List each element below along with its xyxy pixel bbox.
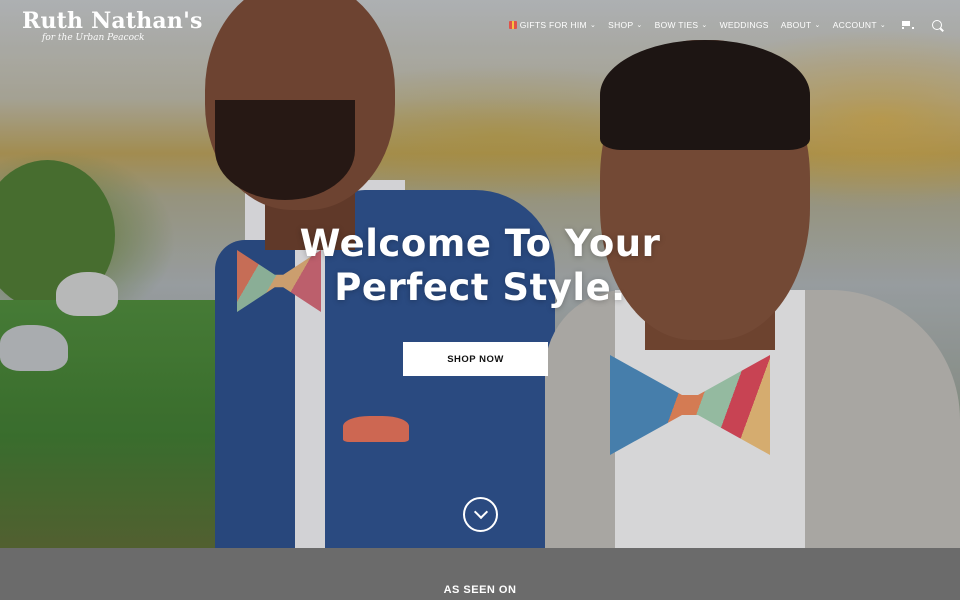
as-seen-on-heading: AS SEEN ON — [443, 584, 517, 596]
gift-icon — [508, 21, 517, 29]
nav-item-label: BOW TIES — [654, 20, 699, 30]
nav-item-gifts-for-him[interactable]: GIFTS FOR HIM ⌄ — [508, 20, 597, 30]
chevron-down-icon: ⌄ — [701, 22, 708, 29]
chevron-down-icon — [473, 504, 488, 520]
nav-item-bow-ties[interactable]: BOW TIES ⌄ — [655, 20, 708, 30]
search-icon[interactable] — [932, 20, 942, 30]
scroll-down-button[interactable] — [463, 497, 498, 532]
hero-headline-line: Perfect Style. — [334, 266, 626, 309]
logo-tagline: for the Urban Peacock — [42, 33, 145, 43]
nav-item-label: WEDDINGS — [719, 20, 769, 30]
hero-headline-line: Welcome To Your — [299, 222, 661, 265]
nav-item-label: ABOUT — [780, 20, 812, 30]
nav-item-label: ACCOUNT — [832, 20, 877, 30]
nav-item-about[interactable]: ABOUT ⌄ — [781, 20, 821, 30]
hero-section: Ruth Nathan's for the Urban Peacock GIFT… — [0, 0, 960, 548]
cart-icon[interactable] — [900, 20, 914, 30]
shop-now-button[interactable]: SHOP NOW — [403, 342, 548, 376]
site-logo[interactable]: Ruth Nathan's for the Urban Peacock — [22, 8, 203, 43]
nav-item-weddings[interactable]: WEDDINGS — [720, 20, 769, 30]
chevron-down-icon: ⌄ — [879, 22, 886, 29]
chevron-down-icon: ⌄ — [814, 22, 821, 29]
chevron-down-icon: ⌄ — [636, 22, 643, 29]
main-navigation: GIFTS FOR HIM ⌄ SHOP ⌄ BOW TIES ⌄ WEDDIN… — [497, 20, 942, 30]
nav-item-label: SHOP — [608, 20, 634, 30]
nav-item-label: GIFTS FOR HIM — [519, 20, 587, 30]
logo-wordmark: Ruth Nathan's — [22, 8, 203, 34]
hero-headline: Welcome To Your Perfect Style. — [0, 222, 960, 310]
chevron-down-icon: ⌄ — [589, 22, 597, 29]
nav-item-shop[interactable]: SHOP ⌄ — [608, 20, 642, 30]
nav-item-account[interactable]: ACCOUNT ⌄ — [833, 20, 886, 30]
as-seen-on-section: AS SEEN ON — [0, 548, 960, 600]
